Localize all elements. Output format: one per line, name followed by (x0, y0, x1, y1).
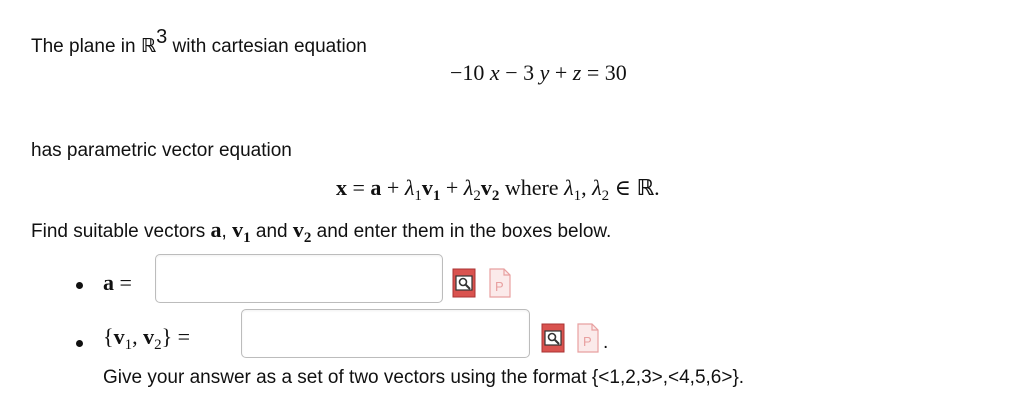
operator-plus: + (554, 60, 568, 85)
syntax-help-icon-graphic: P (577, 323, 599, 353)
equals-sign: = (177, 324, 191, 349)
coefficient-x: −10 (450, 60, 485, 85)
comma: , (132, 324, 138, 349)
subscript-1: 1 (573, 188, 582, 204)
lambda-2: λ (592, 175, 602, 200)
element-of-symbol: ∈ (614, 175, 631, 200)
cartesian-equation: −10 x − 3 y + z = 30 (450, 60, 627, 86)
bullet (76, 282, 83, 289)
subscript-2: 2 (154, 337, 162, 353)
subscript-2: 2 (303, 230, 312, 246)
syntax-help-icon[interactable]: P (576, 323, 600, 353)
find-text: Find suitable vectors (31, 221, 206, 242)
vector-x: x (336, 175, 347, 200)
answer-a-input[interactable] (156, 255, 442, 302)
operator-plus: + (445, 175, 459, 200)
subscript-1: 1 (432, 188, 441, 204)
subscript-1: 1 (243, 230, 251, 246)
where-text: where (504, 175, 559, 200)
operator-plus: + (386, 175, 400, 200)
preview-icon[interactable] (452, 268, 476, 298)
find-instruction: Find suitable vectors a, v1 and v2 and e… (31, 217, 611, 247)
svg-text:P: P (495, 279, 504, 294)
vector-equation: x = a + λ1v1 + λ2v2 where λ1, λ2 ∈ ℝ. (336, 175, 660, 205)
subscript-2: 2 (473, 188, 481, 204)
subscript-1: 1 (414, 188, 422, 204)
syntax-help-icon[interactable]: P (488, 268, 512, 298)
coefficient-y: 3 (523, 60, 535, 85)
vector-v2: v (143, 324, 155, 349)
equals-sign: = (352, 175, 365, 200)
answer-a-label: a = (103, 270, 132, 296)
vector-v1: v (113, 324, 125, 349)
subscript-2: 2 (491, 188, 500, 204)
comma: , (581, 175, 587, 200)
answer-v-field[interactable] (241, 309, 530, 358)
intro-text: The plane in (31, 36, 136, 57)
intro-text-after: with cartesian equation (172, 36, 367, 57)
variable-x: x (489, 60, 500, 85)
intro-line: The plane in ℝ3 with cartesian equation (31, 26, 367, 58)
vector-a: a (210, 217, 222, 242)
preview-icon[interactable] (541, 323, 565, 353)
close-brace: } (161, 324, 173, 349)
vector-a: a (103, 270, 114, 295)
preview-icon-graphic (541, 323, 565, 353)
subscript-2: 2 (601, 188, 610, 204)
syntax-help-icon-graphic: P (489, 268, 511, 298)
variable-y: y (539, 60, 550, 85)
svg-text:P: P (583, 334, 592, 349)
and-text: and (255, 221, 288, 242)
lambda-1: λ (564, 175, 574, 200)
vector-a: a (370, 175, 382, 200)
equals-sign: = (586, 60, 600, 85)
answer-a-field[interactable] (155, 254, 443, 303)
bullet (76, 340, 83, 347)
period: . (654, 175, 660, 200)
answer-v-label: {v1, v2} = (103, 324, 190, 354)
open-brace: { (103, 324, 114, 349)
vector-v2: v (480, 175, 492, 200)
variable-z: z (572, 60, 582, 85)
real-set-symbol: ℝ (140, 35, 157, 57)
real-set-symbol: ℝ (636, 176, 655, 201)
vector-v1: v (232, 217, 244, 242)
trailing-period: . (603, 332, 609, 353)
parametric-intro: has parametric vector equation (31, 140, 292, 161)
dimension-exponent: 3 (156, 26, 168, 48)
vector-v2: v (292, 217, 304, 242)
find-text-end: and enter them in the boxes below. (316, 221, 612, 242)
preview-icon-graphic (452, 268, 476, 298)
answer-v-input[interactable] (242, 310, 529, 357)
comma: , (221, 221, 227, 242)
equals-sign: = (119, 270, 132, 295)
subscript-1: 1 (124, 337, 133, 353)
lambda-1: λ (404, 175, 415, 200)
lambda-2: λ (463, 175, 474, 200)
right-hand-side: 30 (604, 60, 627, 85)
format-hint: Give your answer as a set of two vectors… (103, 367, 745, 388)
vector-v1: v (421, 175, 433, 200)
operator-minus: − (505, 60, 518, 85)
